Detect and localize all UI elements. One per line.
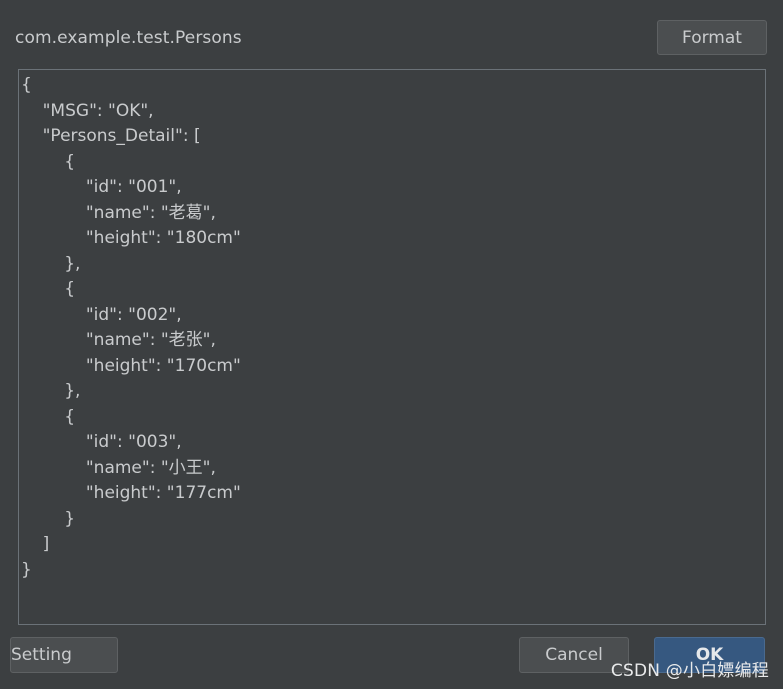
json-line: { — [21, 279, 76, 299]
setting-button[interactable]: Setting — [10, 637, 118, 673]
json-line: "Persons_Detail": [ — [21, 126, 201, 146]
json-line: } — [21, 559, 32, 580]
json-line: { — [21, 75, 32, 95]
json-line: ] — [21, 534, 50, 554]
json-line: { — [21, 151, 76, 172]
json-line: "height": "180cm" — [21, 228, 241, 248]
json-line: "id": "001", — [21, 177, 182, 197]
watermark: CSDN @小白嫖编程 — [610, 661, 769, 681]
class-name-label: com.example.test.Persons — [15, 28, 242, 48]
json-line: { — [21, 406, 76, 427]
json-line: "id": "002", — [21, 304, 182, 325]
json-line: "MSG": "OK", — [21, 100, 154, 121]
json-line: "name": "老葛", — [21, 202, 216, 223]
generate-dialog: com.example.test.Persons Format { "MSG":… — [0, 0, 783, 689]
format-button[interactable]: Format — [657, 20, 767, 55]
json-line: "height": "170cm" — [21, 355, 241, 376]
json-line: "id": "003", — [21, 432, 182, 452]
json-line: }, — [21, 381, 81, 401]
json-line: "name": "小王", — [21, 457, 216, 478]
json-line: } — [21, 508, 76, 529]
json-lines: { "MSG": "OK", "Persons_Detail": [ { "id… — [21, 73, 241, 583]
json-line: "height": "177cm" — [21, 483, 241, 503]
json-editor[interactable]: { "MSG": "OK", "Persons_Detail": [ { "id… — [18, 69, 766, 625]
json-line: }, — [21, 253, 81, 274]
json-line: "name": "老张", — [21, 330, 216, 350]
